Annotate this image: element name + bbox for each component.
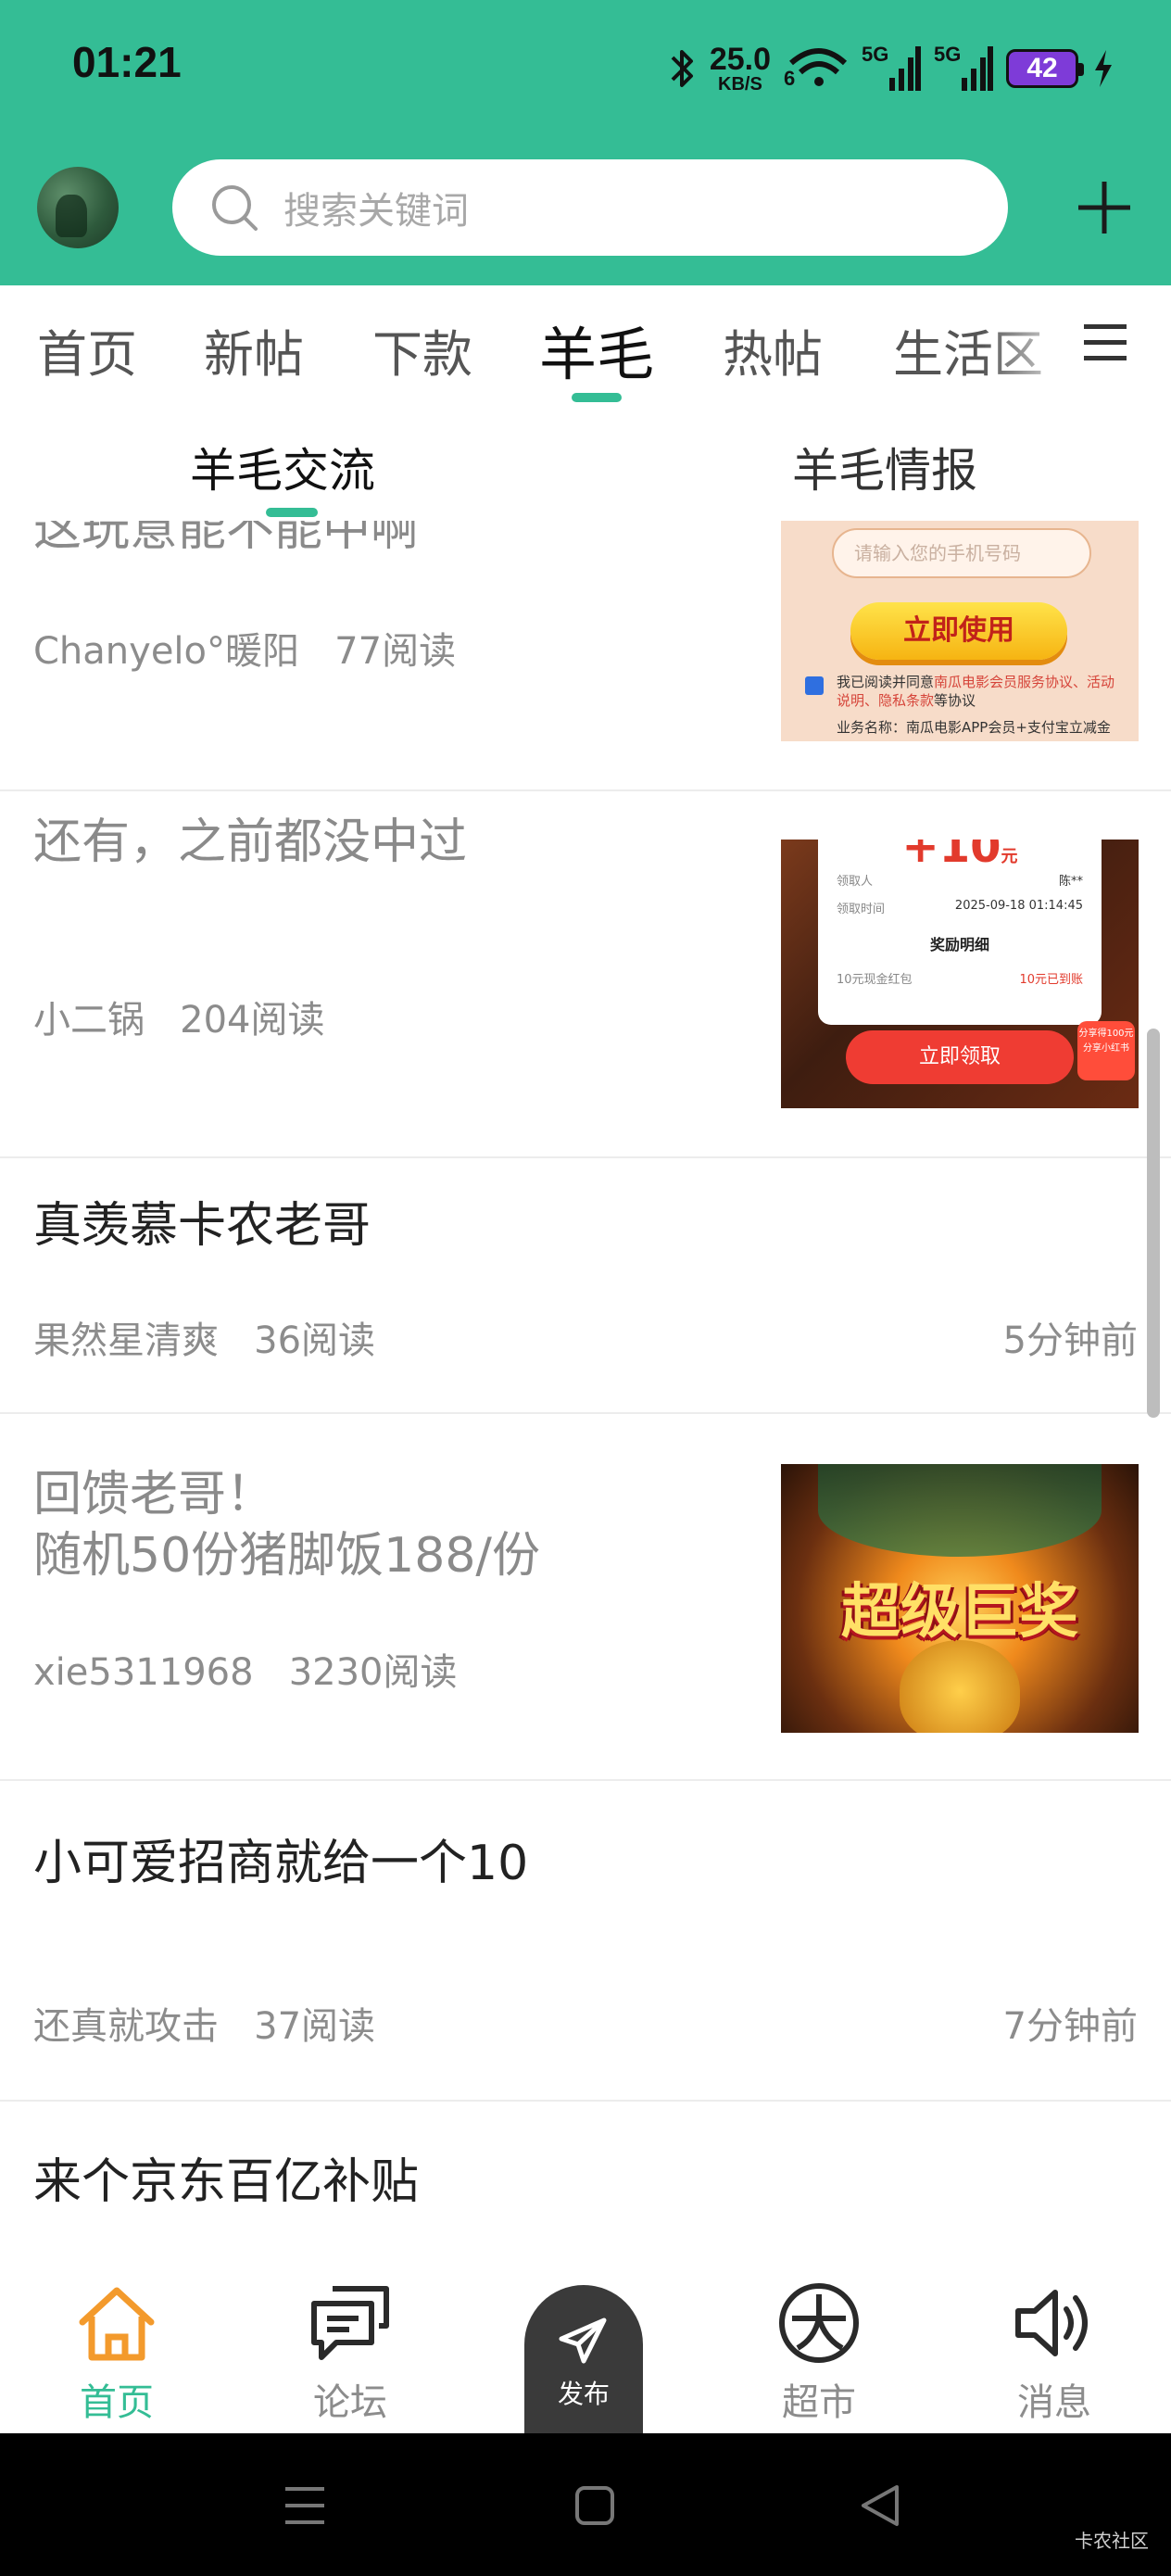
forum-icon bbox=[311, 2286, 389, 2360]
thumb-row-label: 领取人 bbox=[837, 875, 874, 889]
subtab-wool-chat[interactable]: 羊毛交流 bbox=[190, 434, 375, 500]
search-input[interactable]: 搜索关键词 bbox=[283, 181, 469, 234]
thumb-row-label: 10元现金红包 bbox=[837, 973, 913, 987]
thumb-section: 奖励明细 bbox=[929, 936, 989, 953]
home-icon bbox=[79, 2287, 155, 2361]
thumb-row-value: 陈** bbox=[1058, 875, 1083, 889]
thumb-row-value: 2025-09-18 01:14:45 bbox=[954, 899, 1083, 913]
list-item[interactable]: 小可爱招商就给一个10 还真就攻击 37阅读 7分钟前 bbox=[0, 1781, 1171, 2102]
add-icon[interactable] bbox=[1075, 178, 1134, 237]
post-meta: xie5311968 3230阅读 bbox=[33, 1651, 458, 1694]
category-tabs: 首页 新帖 下款 羊毛 热帖 生活区 bbox=[0, 285, 1171, 406]
subtab-wool-intel[interactable]: 羊毛情报 bbox=[792, 434, 977, 500]
thumb-agree-text: 我已阅读并同意南瓜电影会员服务协议、活动说明、隐私条款等协议 bbox=[837, 674, 1115, 709]
post-title: 来个京东百亿补贴 bbox=[33, 2154, 420, 2210]
send-icon bbox=[559, 2317, 607, 2364]
trophy-icon bbox=[900, 1640, 1020, 1733]
publish-button[interactable]: 发布 bbox=[524, 2285, 643, 2433]
post-title: 还有，之前都没中过 bbox=[33, 814, 468, 870]
tab-indicator bbox=[572, 393, 622, 402]
menu-icon[interactable] bbox=[1082, 322, 1128, 363]
post-meta: 还真就攻击 37阅读 bbox=[33, 2005, 376, 2048]
thumb-row-label: 领取时间 bbox=[837, 903, 886, 916]
net-speed: 25.0 KB/S bbox=[709, 42, 771, 95]
nav-market[interactable]: 超市 bbox=[736, 2263, 902, 2433]
thumb-claim-button: 立即领取 bbox=[846, 1030, 1074, 1084]
nav-messages[interactable]: 消息 bbox=[971, 2263, 1138, 2433]
home-nav-icon[interactable] bbox=[574, 2485, 615, 2526]
tab-new[interactable]: 新帖 bbox=[204, 313, 304, 386]
speaker-icon bbox=[1015, 2290, 1088, 2356]
post-feed: 这玩意能不能中啊 Chanyelo°暖阳 77阅读 请输入您的手机号码 立即使用… bbox=[0, 521, 1171, 2263]
status-bar: 01:21 25.0 KB/S 6 5G 5G 42 bbox=[0, 0, 1171, 141]
thumb-share-badge: 分享得100元 分享小红书 bbox=[1077, 1021, 1135, 1080]
wifi-icon: 6 bbox=[784, 43, 849, 95]
nav-label: 论坛 bbox=[313, 2381, 387, 2424]
thumb-amount: +10元 bbox=[901, 840, 1018, 873]
post-meta: Chanyelo°暖阳 77阅读 bbox=[33, 630, 457, 673]
avatar[interactable] bbox=[37, 167, 119, 248]
scrollbar[interactable] bbox=[1147, 1029, 1160, 1418]
post-title: 回馈老哥！ 随机50份猪脚饭188/份 bbox=[33, 1467, 540, 1584]
nav-home[interactable]: 首页 bbox=[33, 2263, 200, 2433]
watermark: 卡农社区 bbox=[1075, 2530, 1149, 2552]
bluetooth-icon bbox=[671, 50, 693, 87]
post-thumbnail: 超级巨奖 bbox=[781, 1464, 1139, 1733]
signal-icon: 5G bbox=[934, 43, 993, 95]
signal-icon: 5G bbox=[862, 43, 921, 95]
list-item[interactable]: 这玩意能不能中啊 Chanyelo°暖阳 77阅读 请输入您的手机号码 立即使用… bbox=[0, 521, 1171, 791]
thumb-reward-card: +10元 领取人 陈** 领取时间 2025-09-18 01:14:45 奖励… bbox=[818, 840, 1102, 1025]
thumb-row-value: 10元已到账 bbox=[1019, 973, 1083, 987]
tab-hot[interactable]: 热帖 bbox=[723, 313, 823, 386]
thumb-use-button: 立即使用 bbox=[850, 602, 1067, 660]
tab-home[interactable]: 首页 bbox=[37, 313, 137, 386]
nav-label: 消息 bbox=[1017, 2381, 1091, 2424]
list-item[interactable]: 来个京东百亿补贴 bbox=[0, 2102, 1171, 2263]
tab-wool[interactable]: 羊毛 bbox=[539, 308, 654, 391]
post-meta: 小二锅 204阅读 bbox=[33, 999, 325, 1042]
list-item[interactable]: 还有，之前都没中过 小二锅 204阅读 +10元 领取人 陈** 领取时间 20… bbox=[0, 791, 1171, 1158]
post-meta: 果然星清爽 36阅读 bbox=[33, 1320, 376, 1362]
post-thumbnail: 请输入您的手机号码 立即使用 我已阅读并同意南瓜电影会员服务协议、活动说明、隐私… bbox=[781, 521, 1139, 741]
status-icons: 25.0 KB/S 6 5G 5G 42 bbox=[669, 41, 1115, 96]
list-item[interactable]: 回馈老哥！ 随机50份猪脚饭188/份 xie5311968 3230阅读 超级巨… bbox=[0, 1414, 1171, 1781]
post-title: 小可爱招商就给一个10 bbox=[33, 1836, 529, 1891]
nav-forum[interactable]: 论坛 bbox=[267, 2263, 434, 2433]
list-item[interactable]: 真羡慕卡农老哥 果然星清爽 36阅读 5分钟前 bbox=[0, 1158, 1171, 1414]
thumb-phone-input: 请输入您的手机号码 bbox=[832, 528, 1091, 578]
subtab-indicator bbox=[266, 508, 318, 517]
post-time: 5分钟前 bbox=[1002, 1320, 1138, 1362]
search-icon bbox=[212, 185, 258, 231]
thumb-prize-title: 超级巨奖 bbox=[841, 1578, 1078, 1647]
battery-icon: 42 bbox=[1006, 49, 1084, 88]
nav-label: 发布 bbox=[557, 2379, 610, 2409]
post-title: 这玩意能不能中啊 bbox=[33, 521, 420, 557]
back-icon[interactable] bbox=[860, 2483, 900, 2528]
recents-icon[interactable] bbox=[283, 2485, 326, 2526]
sub-tabs: 羊毛交流 羊毛情报 bbox=[0, 406, 1171, 521]
post-time: 7分钟前 bbox=[1002, 2005, 1138, 2048]
search-bar[interactable]: 搜索关键词 bbox=[172, 159, 1008, 256]
nav-label: 首页 bbox=[80, 2381, 154, 2424]
thumb-dome bbox=[818, 1464, 1102, 1557]
market-icon bbox=[779, 2283, 859, 2363]
bottom-nav: 首页 论坛 发布 超市 消息 bbox=[0, 2263, 1171, 2433]
status-time: 01:21 bbox=[72, 38, 182, 86]
checkbox-icon bbox=[805, 676, 824, 695]
nav-label: 超市 bbox=[782, 2381, 856, 2424]
tab-fade bbox=[982, 285, 1084, 406]
charging-icon bbox=[1095, 50, 1112, 87]
post-title: 真羡慕卡农老哥 bbox=[33, 1198, 371, 1254]
tab-loan[interactable]: 下款 bbox=[372, 313, 472, 386]
thumb-business: 业务名称：南瓜电影APP会员+支付宝立减金 bbox=[837, 719, 1111, 736]
system-nav-bar: 卡农社区 bbox=[0, 2433, 1171, 2576]
post-thumbnail: +10元 领取人 陈** 领取时间 2025-09-18 01:14:45 奖励… bbox=[781, 840, 1139, 1108]
